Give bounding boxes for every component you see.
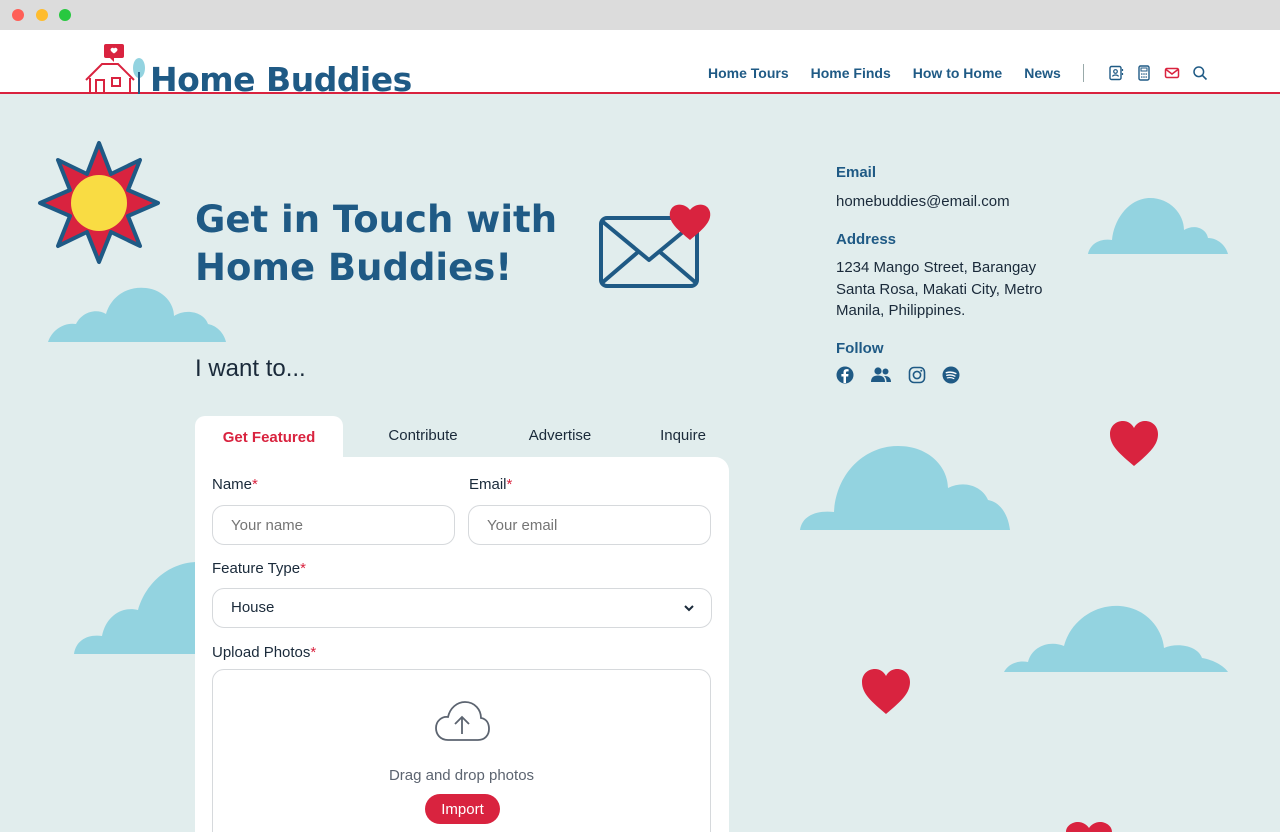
maximize-window-button[interactable] xyxy=(59,9,71,21)
main-nav: Home Tours Home Finds How to Home News xyxy=(708,64,1208,82)
tab-advertise[interactable]: Advertise xyxy=(495,414,625,456)
import-button[interactable]: Import xyxy=(425,794,500,824)
feature-type-select[interactable]: House xyxy=(212,588,712,628)
photo-dropzone[interactable]: Drag and drop photos Import xyxy=(212,669,711,832)
facebook-icon[interactable] xyxy=(836,366,854,384)
sun-decoration-icon xyxy=(38,141,160,264)
site-header: Home Buddies Home Tours Home Finds How t… xyxy=(0,30,1280,94)
heart-decoration-icon xyxy=(862,669,910,714)
nav-divider xyxy=(1082,64,1084,82)
nav-how-to-home[interactable]: How to Home xyxy=(913,65,1002,81)
intent-tabs: Get Featured Contribute Advertise Inquir… xyxy=(195,416,729,458)
tab-contribute[interactable]: Contribute xyxy=(353,414,493,456)
contact-book-icon[interactable] xyxy=(1108,65,1124,81)
follow-heading: Follow xyxy=(836,340,884,357)
cloud-upload-icon xyxy=(435,701,490,741)
feature-type-label: Feature Type* xyxy=(212,560,306,577)
heart-decoration-icon xyxy=(1110,421,1158,466)
dropzone-text: Drag and drop photos xyxy=(388,767,535,784)
heart-decoration-icon xyxy=(1066,822,1112,832)
cloud-decoration-icon xyxy=(1088,198,1228,254)
minimize-window-button[interactable] xyxy=(36,9,48,21)
intent-heading: I want to... xyxy=(195,355,306,382)
logo-text: Home Buddies xyxy=(150,60,412,94)
social-links xyxy=(836,366,976,384)
tab-get-featured[interactable]: Get Featured xyxy=(195,416,343,458)
nav-home-finds[interactable]: Home Finds xyxy=(811,65,891,81)
nav-news[interactable]: News xyxy=(1024,65,1061,81)
contact-form: Name* Email* Feature Type* House Upload … xyxy=(195,457,729,832)
chevron-down-icon xyxy=(684,605,694,612)
nav-home-tours[interactable]: Home Tours xyxy=(708,65,789,81)
close-window-button[interactable] xyxy=(12,9,24,21)
cloud-decoration-icon xyxy=(48,287,226,342)
house-logo-icon xyxy=(85,44,145,94)
address-heading: Address xyxy=(836,231,897,248)
calculator-icon[interactable] xyxy=(1136,65,1152,81)
cloud-decoration-icon xyxy=(800,446,1010,530)
logo[interactable]: Home Buddies xyxy=(84,42,424,94)
instagram-icon[interactable] xyxy=(908,366,926,384)
mail-icon[interactable] xyxy=(1164,65,1180,81)
upload-photos-label: Upload Photos* xyxy=(212,644,317,661)
contact-email[interactable]: homebuddies@email.com xyxy=(836,191,1066,213)
cloud-decoration-icon xyxy=(74,562,198,654)
tab-inquire[interactable]: Inquire xyxy=(625,414,741,456)
envelope-heart-icon xyxy=(599,204,711,288)
email-field[interactable] xyxy=(468,505,711,545)
browser-titlebar xyxy=(0,0,1280,30)
email-label: Email* xyxy=(469,476,513,493)
search-icon[interactable] xyxy=(1192,65,1208,81)
email-heading: Email xyxy=(836,164,877,181)
name-label: Name* xyxy=(212,476,258,493)
page-title: Get in Touch with Home Buddies! xyxy=(195,198,558,289)
cloud-decoration-icon xyxy=(1004,605,1228,672)
group-icon[interactable] xyxy=(870,366,892,384)
spotify-icon[interactable] xyxy=(942,366,960,384)
feature-type-value: House xyxy=(231,599,275,616)
contact-address: 1234 Mango Street, Barangay Santa Rosa, … xyxy=(836,259,1043,319)
name-field[interactable] xyxy=(212,505,455,545)
